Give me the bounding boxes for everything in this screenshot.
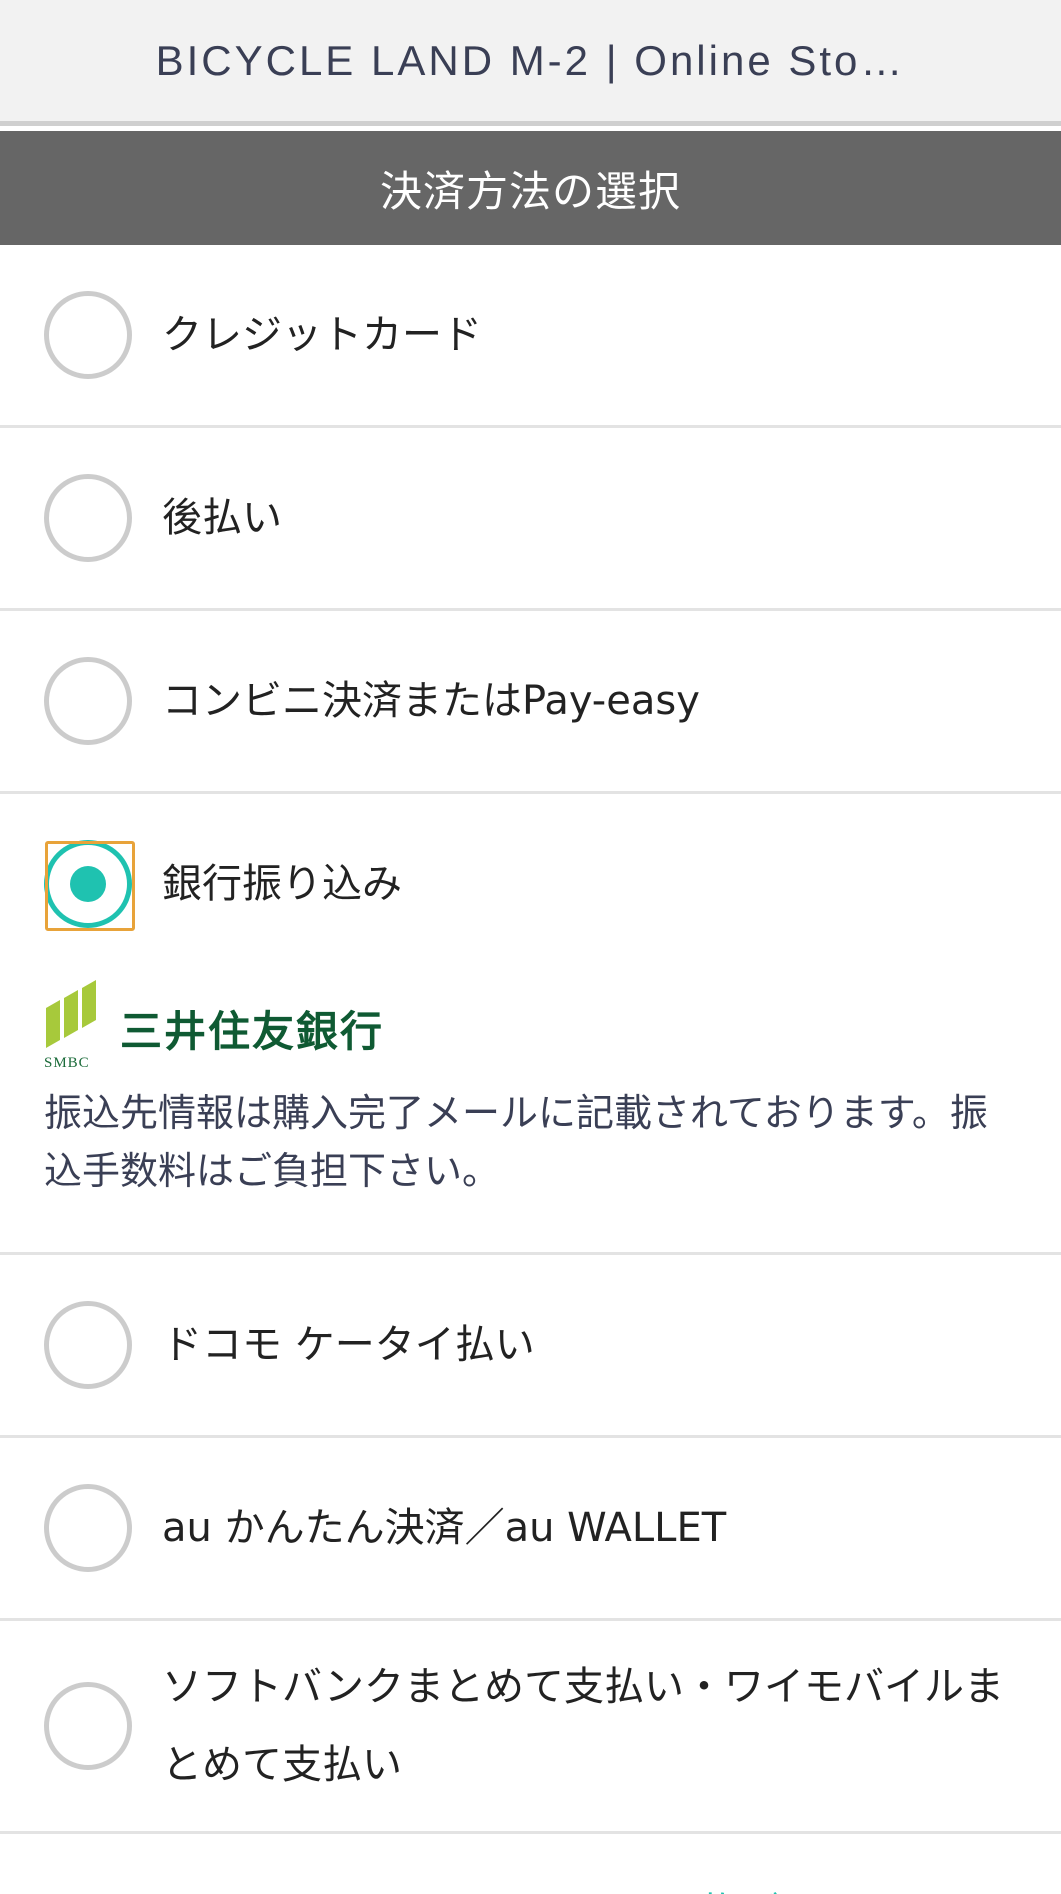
bank-logo: SMBC 三井住友銀行 bbox=[44, 978, 1017, 1072]
radio-button[interactable] bbox=[44, 291, 132, 379]
payment-option-bank-transfer[interactable]: 銀行振り込み SMBC 三井住友銀行 振込先情報は購入完了メールに記載されており… bbox=[0, 794, 1061, 1255]
payment-option-softbank[interactable]: ソフトバンクまとめて支払い・ワイモバイルまとめて支払い bbox=[0, 1621, 1061, 1834]
smbc-logo-icon: SMBC bbox=[44, 978, 100, 1072]
bottom-link-partial[interactable]: ペ…を買い物が… bbox=[0, 1840, 1061, 1894]
payment-option-credit-card[interactable]: クレジットカード bbox=[0, 245, 1061, 428]
payment-option-docomo[interactable]: ドコモ ケータイ払い bbox=[0, 1255, 1061, 1438]
radio-button[interactable] bbox=[44, 1484, 132, 1572]
option-label: 銀行振り込み bbox=[162, 861, 402, 907]
page-title: BICYCLE LAND M-2 | Online Sto… bbox=[155, 36, 906, 84]
smbc-mark-text: SMBC bbox=[44, 1055, 90, 1071]
bank-name: 三井住友銀行 bbox=[120, 1006, 385, 1056]
bank-transfer-note: 振込先情報は購入完了メールに記載されております。振込手数料はご負担下さい。 bbox=[44, 1091, 988, 1193]
option-label: 後払い bbox=[162, 495, 282, 541]
option-label: コンビニ決済またはPay-easy bbox=[162, 678, 700, 724]
option-label: ソフトバンクまとめて支払い・ワイモバイルまとめて支払い bbox=[162, 1664, 1004, 1788]
continue-shopping-link[interactable]: ペ…を買い物が… bbox=[500, 1880, 820, 1894]
radio-button[interactable] bbox=[44, 657, 132, 745]
option-label: ドコモ ケータイ払い bbox=[162, 1322, 535, 1368]
browser-title-bar: BICYCLE LAND M-2 | Online Sto… bbox=[0, 0, 1061, 126]
section-header: 決済方法の選択 bbox=[0, 131, 1061, 245]
radio-button-selected[interactable] bbox=[44, 840, 135, 931]
payment-method-list: クレジットカード 後払い コンビニ決済またはPay-easy 銀行振り込み SM… bbox=[0, 245, 1061, 1834]
radio-button[interactable] bbox=[44, 1682, 132, 1770]
bank-transfer-details: SMBC 三井住友銀行 振込先情報は購入完了メールに記載されております。振込手数… bbox=[0, 978, 1061, 1252]
radio-button[interactable] bbox=[44, 474, 132, 562]
payment-option-au[interactable]: au かんたん決済／au WALLET bbox=[0, 1438, 1061, 1621]
focus-ring bbox=[45, 841, 135, 931]
option-label: au かんたん決済／au WALLET bbox=[162, 1505, 727, 1551]
radio-button[interactable] bbox=[44, 1301, 132, 1389]
payment-option-deferred[interactable]: 後払い bbox=[0, 428, 1061, 611]
section-title: 決済方法の選択 bbox=[379, 166, 681, 216]
option-label: クレジットカード bbox=[162, 312, 482, 358]
payment-option-convenience-store[interactable]: コンビニ決済またはPay-easy bbox=[0, 611, 1061, 794]
